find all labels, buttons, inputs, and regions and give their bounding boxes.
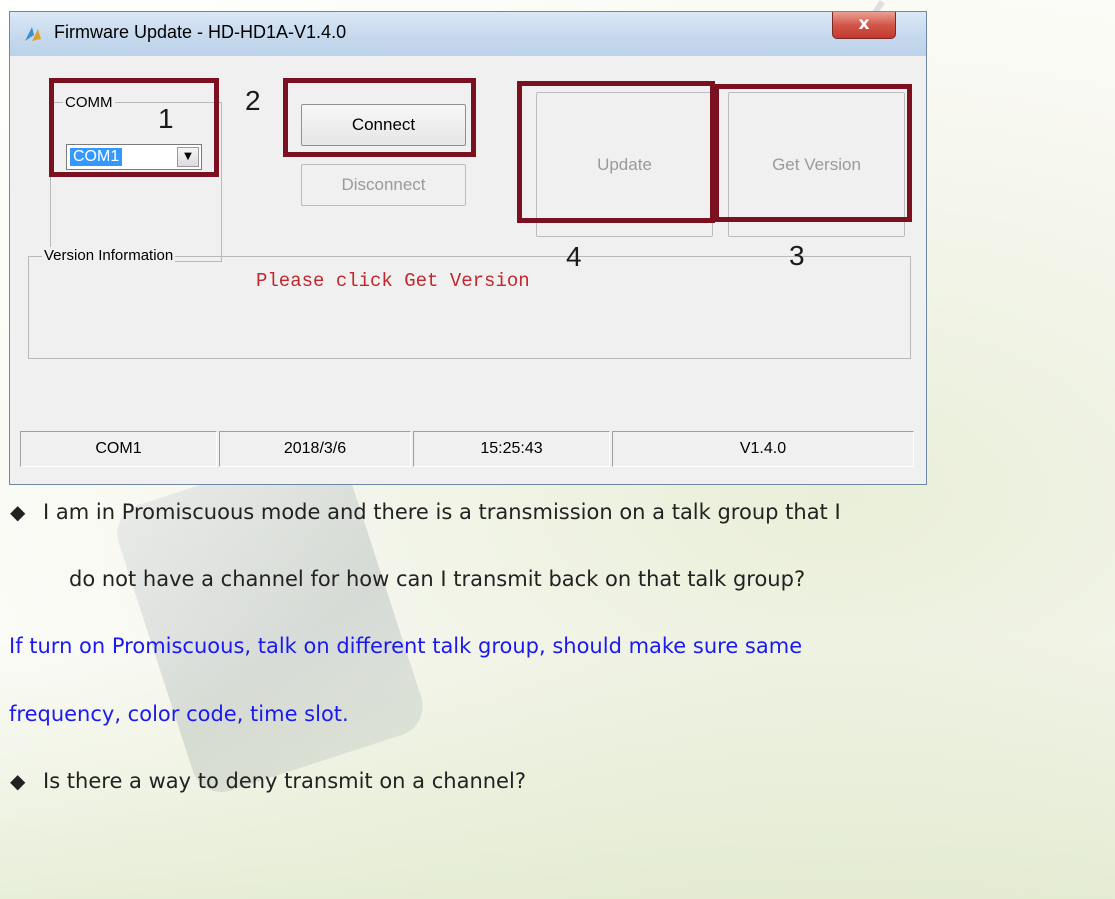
question-1-line-2: do not have a channel for how can I tran… <box>69 567 805 591</box>
status-bar: COM1 2018/3/6 15:25:43 V1.4.0 <box>18 431 916 471</box>
annotation-number-3: 3 <box>789 240 805 271</box>
bullet-icon: ◆ <box>10 769 26 793</box>
status-date: 2018/3/6 <box>219 431 411 467</box>
question-1-text-2: do not have a channel for how can I tran… <box>69 567 806 591</box>
answer-1-line-1: If turn on Promiscuous, talk on differen… <box>9 634 803 658</box>
status-port: COM1 <box>20 431 217 467</box>
question-1-text-1: I am in Promiscuous mode and there is a … <box>43 500 841 524</box>
question-2-line: ◆ Is there a way to deny transmit on a c… <box>10 769 526 793</box>
status-version: V1.4.0 <box>612 431 914 467</box>
disconnect-button[interactable]: Disconnect <box>301 164 466 206</box>
annotation-number-1: 1 <box>158 103 174 134</box>
app-icon <box>25 27 41 41</box>
window-title: Firmware Update - HD-HD1A-V1.4.0 <box>54 22 347 42</box>
status-time: 15:25:43 <box>413 431 610 467</box>
question-2-text: Is there a way to deny transmit on a cha… <box>43 769 526 793</box>
annotation-box-update <box>517 81 715 223</box>
annotation-number-2: 2 <box>245 85 261 116</box>
version-message: Please click Get Version <box>256 270 530 292</box>
annotation-box-get-version <box>714 84 912 222</box>
annotation-box-connect <box>283 78 476 157</box>
version-information-title: Version Information <box>42 247 176 264</box>
annotation-box-comm <box>49 78 219 177</box>
answer-1-line-2: frequency, color code, time slot. <box>9 702 349 726</box>
title-bar[interactable]: Firmware Update - HD-HD1A-V1.4.0 x <box>10 12 926 56</box>
close-button[interactable]: x <box>832 12 896 39</box>
question-1-line-1: ◆ I am in Promiscuous mode and there is … <box>10 500 841 524</box>
annotation-number-4: 4 <box>566 241 582 272</box>
bullet-icon: ◆ <box>10 500 26 524</box>
